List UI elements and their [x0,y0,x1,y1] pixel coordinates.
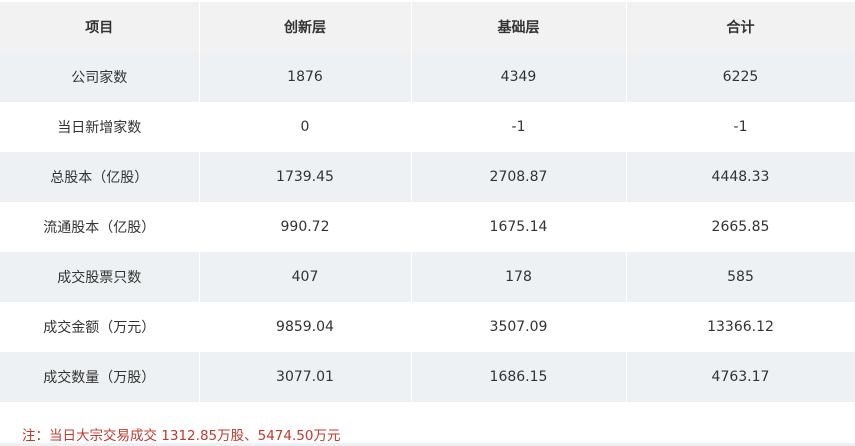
table-cell: 407 [199,252,412,302]
table-cell: 13366.12 [626,302,855,352]
table-cell: 6225 [626,52,855,102]
table-cell: 9859.04 [199,302,412,352]
column-header-total: 合计 [626,2,855,52]
block-trade-note: 注：当日大宗交易成交 1312.85万股、5474.50万元 [22,428,341,444]
column-header-innovation-tier: 创新层 [199,2,412,52]
row-label: 成交金额（万元） [0,302,200,352]
table-row: 成交金额（万元） 9859.04 3507.09 13366.12 [0,302,855,352]
table-cell: 1876 [199,52,412,102]
row-label: 当日新增家数 [0,102,200,152]
table-cell: 4763.17 [626,352,855,402]
table-cell: 2665.85 [626,202,855,252]
row-label: 成交股票只数 [0,252,200,302]
market-summary-table: 项目 创新层 基础层 合计 公司家数 1876 4349 6225 当日新增家数… [0,2,855,402]
table-row: 当日新增家数 0 -1 -1 [0,102,855,152]
table-cell: 1675.14 [411,202,627,252]
table-cell: 2708.87 [411,152,627,202]
table-cell: 3507.09 [411,302,627,352]
table-cell: 990.72 [199,202,412,252]
row-label: 总股本（亿股） [0,152,200,202]
table-cell: 4448.33 [626,152,855,202]
row-label: 成交数量（万股） [0,352,200,402]
table-cell: -1 [626,102,855,152]
table-cell: 178 [411,252,627,302]
table-row: 成交数量（万股） 3077.01 1686.15 4763.17 [0,352,855,402]
row-label: 流通股本（亿股） [0,202,200,252]
table-cell: 4349 [411,52,627,102]
table-row: 公司家数 1876 4349 6225 [0,52,855,102]
table-cell: 1739.45 [199,152,412,202]
table-cell: 0 [199,102,412,152]
row-label: 公司家数 [0,52,200,102]
table-cell: 585 [626,252,855,302]
table-cell: -1 [411,102,627,152]
table-cell: 3077.01 [199,352,412,402]
table-row: 成交股票只数 407 178 585 [0,252,855,302]
table-cell: 1686.15 [411,352,627,402]
column-header-item: 项目 [0,2,200,52]
table-row: 总股本（亿股） 1739.45 2708.87 4448.33 [0,152,855,202]
column-header-basic-tier: 基础层 [411,2,627,52]
table-row: 流通股本（亿股） 990.72 1675.14 2665.85 [0,202,855,252]
table-header-row: 项目 创新层 基础层 合计 [0,2,855,52]
